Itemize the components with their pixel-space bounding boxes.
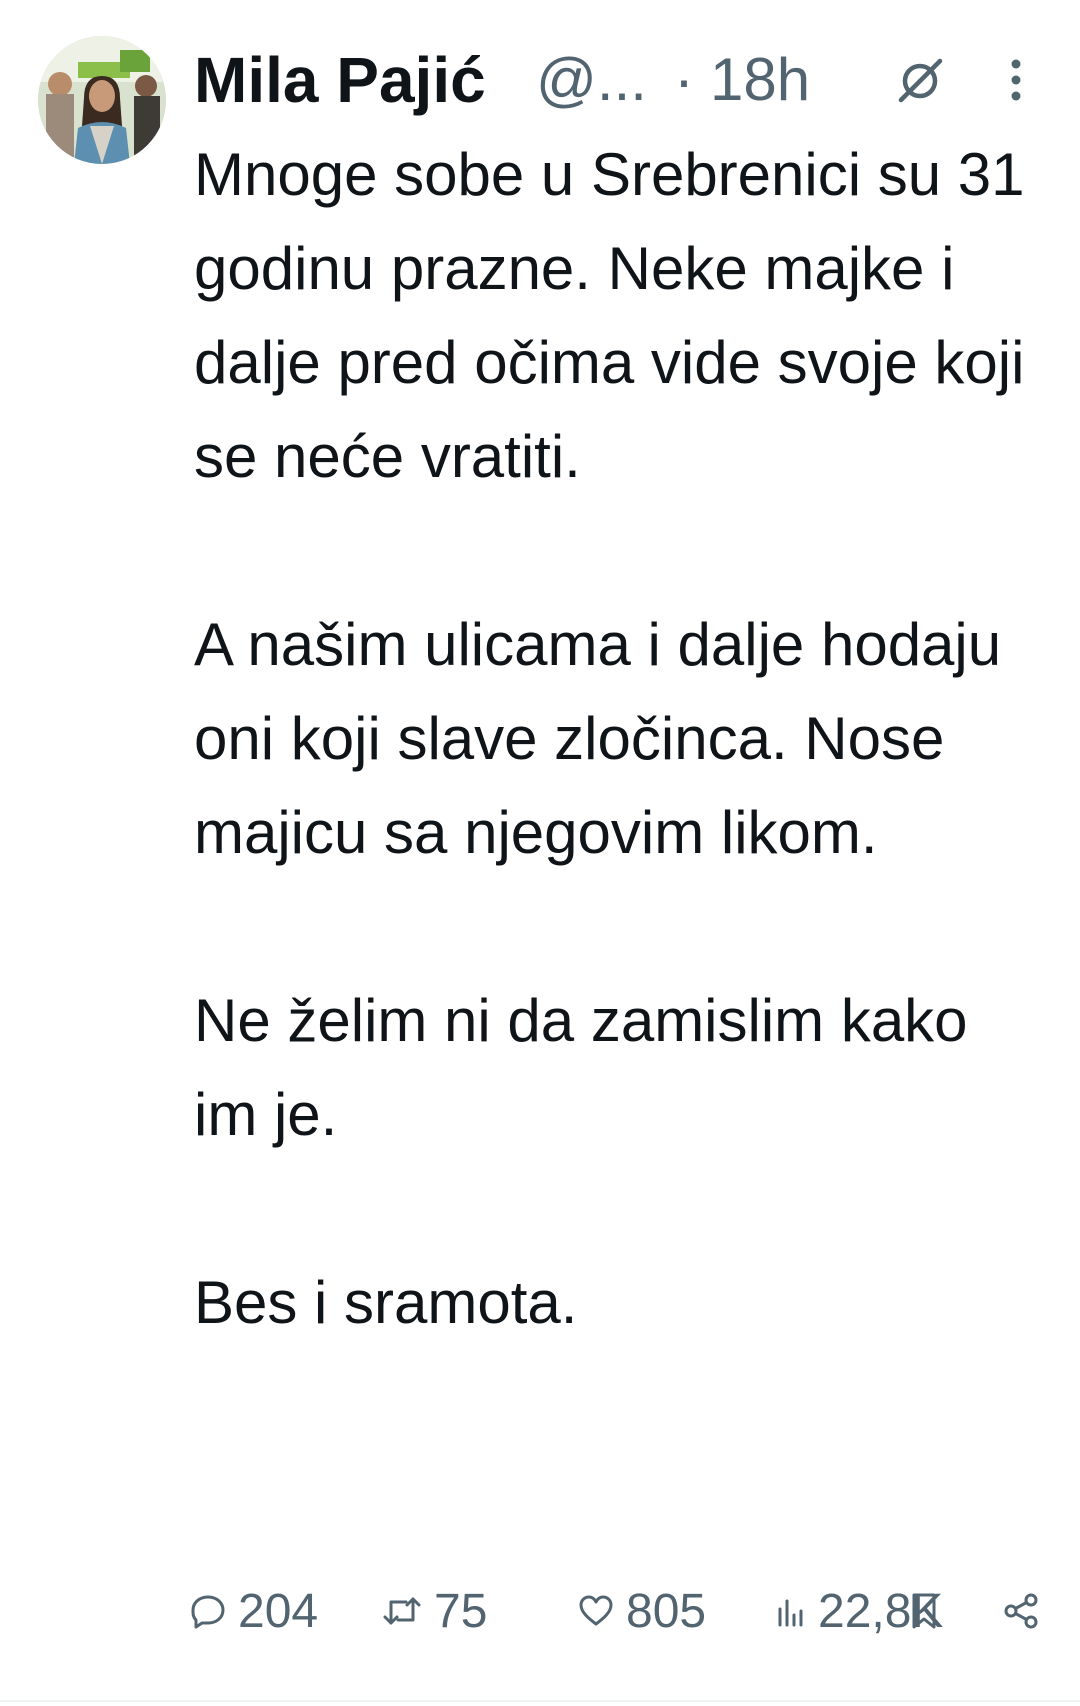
- tweet-paragraph: A našim ulicama i dalje hodaju oni koji …: [194, 611, 1018, 866]
- grok-icon[interactable]: [894, 54, 946, 106]
- tweet-paragraph: Mnoge sobe u Srebrenici su 31 godinu pra…: [194, 141, 1042, 490]
- timestamp[interactable]: 18h: [710, 40, 810, 120]
- retweet-icon: [383, 1597, 421, 1625]
- share-icon: [1004, 1593, 1038, 1629]
- profile-photo: [38, 36, 166, 164]
- display-name[interactable]: Mila Pajić: [194, 40, 486, 120]
- avatar[interactable]: [38, 36, 166, 164]
- tweet[interactable]: Mila Pajić @... · 18h Mnoge sobe u Srebr…: [0, 0, 1080, 1706]
- action-bar: 204 75 805 22,8K: [190, 1576, 1050, 1646]
- divider: [0, 1700, 1080, 1702]
- tweet-paragraph: Ne želim ni da zamislim kako im je.: [194, 987, 985, 1148]
- retweet-count: 75: [434, 1584, 488, 1638]
- views-button[interactable]: 22,8K: [776, 1576, 943, 1646]
- views-icon: [778, 1599, 803, 1627]
- bookmark-icon[interactable]: [909, 1591, 939, 1631]
- retweet-button[interactable]: 75: [382, 1576, 487, 1646]
- reply-count: 204: [238, 1584, 319, 1638]
- more-vertical-icon[interactable]: [1004, 54, 1028, 106]
- like-count: 805: [626, 1584, 707, 1638]
- separator-dot: ·: [674, 46, 694, 113]
- reply-button[interactable]: 204: [190, 1576, 318, 1646]
- like-button[interactable]: 805: [578, 1576, 706, 1646]
- tweet-paragraph: Bes i sramota.: [194, 1269, 578, 1336]
- reply-icon: [191, 1595, 225, 1629]
- user-handle[interactable]: @...: [536, 40, 647, 120]
- heart-icon: [579, 1595, 613, 1626]
- tweet-text: Mnoge sobe u Srebrenici su 31 godinu pra…: [194, 128, 1044, 1350]
- tweet-header: Mila Pajić @... · 18h: [194, 40, 1044, 120]
- share-button[interactable]: [1002, 1576, 1040, 1646]
